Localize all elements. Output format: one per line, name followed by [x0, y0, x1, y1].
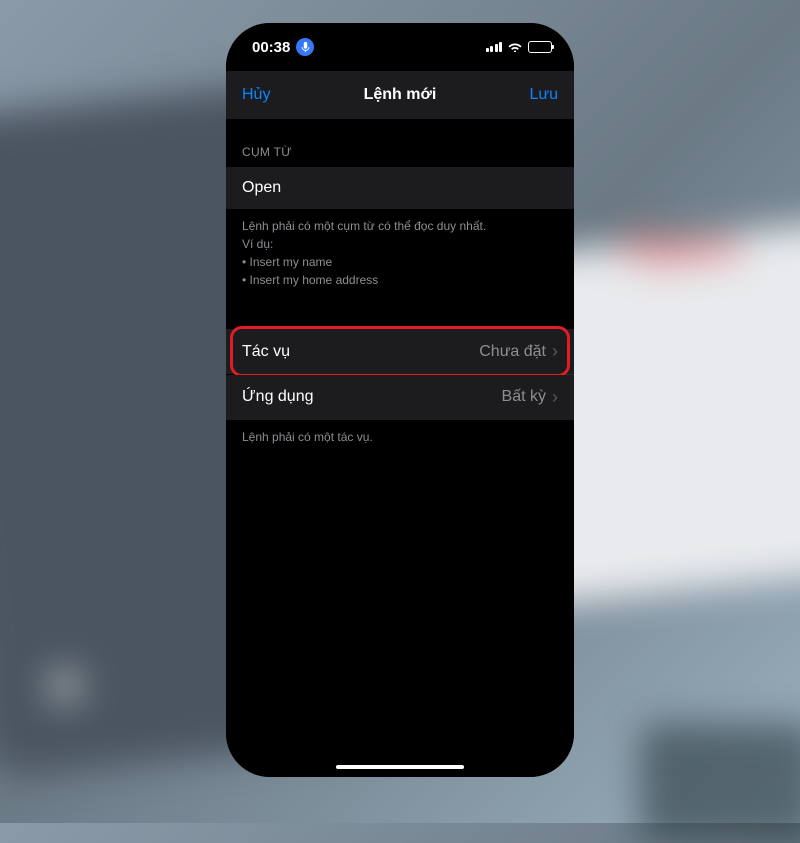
home-indicator[interactable]	[336, 765, 464, 769]
chevron-right-icon: ›	[552, 341, 558, 362]
chevron-right-icon: ›	[552, 387, 558, 408]
page-title: Lệnh mới	[364, 86, 437, 104]
cellular-signal-icon	[486, 42, 503, 52]
phrase-input-cell[interactable]	[226, 167, 574, 209]
phone-frame: 00:38 Hủy Lệnh mới Lưu CỤM TỪ	[226, 23, 574, 777]
cancel-button[interactable]: Hủy	[242, 86, 270, 104]
app-label: Ứng dụng	[242, 388, 314, 406]
phrase-section-header: CỤM TỪ	[226, 137, 574, 167]
status-time: 00:38	[252, 39, 290, 56]
action-cell[interactable]: Tác vụ Chưa đặt ›	[226, 329, 574, 374]
phrase-hint: Lệnh phải có một cụm từ có thể đọc duy n…	[226, 209, 574, 297]
status-bar: 00:38	[226, 23, 574, 71]
action-label: Tác vụ	[242, 343, 290, 361]
app-value: Bất kỳ	[502, 388, 546, 406]
microphone-icon	[296, 38, 314, 56]
phrase-input[interactable]	[242, 179, 558, 197]
background-text: Open	[624, 223, 740, 273]
save-button[interactable]: Lưu	[529, 86, 558, 104]
action-footer-hint: Lệnh phải có một tác vụ.	[226, 420, 574, 454]
battery-icon	[528, 41, 552, 53]
action-value: Chưa đặt	[479, 343, 546, 361]
app-cell[interactable]: Ứng dụng Bất kỳ ›	[226, 375, 574, 420]
navigation-bar: Hủy Lệnh mới Lưu	[226, 71, 574, 119]
wifi-icon	[507, 39, 523, 56]
